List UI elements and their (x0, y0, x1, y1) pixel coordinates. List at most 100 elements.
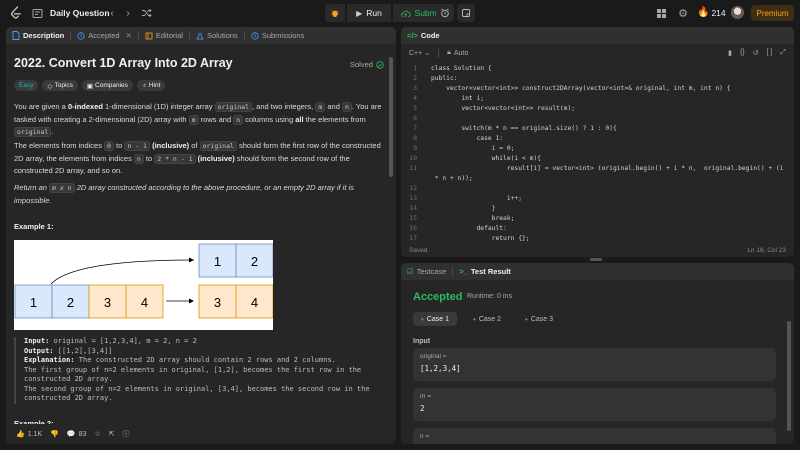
dislike-button[interactable]: 👎 (50, 430, 59, 438)
alarm-icon (441, 8, 449, 18)
layout-icon[interactable] (655, 7, 667, 19)
chevron-right-icon[interactable]: › (122, 7, 134, 19)
premium-button[interactable]: Premium (751, 5, 794, 21)
test-result-panel: ☑ Testcase >_ Test Result Accepted Runti… (401, 263, 794, 444)
tab-code[interactable]: </> Code (401, 27, 446, 44)
toolbar-divider (438, 48, 440, 58)
code-line: 9 i = 0; (413, 145, 515, 152)
description-paragraph-2: The elements from indices 0 to n - 1 (in… (14, 141, 381, 175)
alarm-clock-button[interactable] (436, 4, 454, 22)
tab-testcase[interactable]: ☑ Testcase (401, 263, 452, 280)
fullscreen-icon[interactable]: ⤢ (780, 49, 786, 57)
example-1-io: Input: original = [1,2,3,4], m = 2, n = … (14, 337, 380, 404)
run-submit-group: ▶ Run Submit (325, 4, 449, 22)
pass-dot-icon: • (473, 314, 476, 324)
code-header: </> Code (401, 27, 794, 44)
code-line: 6 (413, 115, 417, 122)
tab-editorial[interactable]: Editorial (139, 27, 189, 44)
grid-cell-2: 2 (251, 254, 258, 269)
input-m[interactable]: m = 2 (413, 388, 776, 421)
chevron-left-icon[interactable]: ‹ (106, 7, 118, 19)
code-line: * n + n)); (431, 175, 473, 182)
problem-list-icon[interactable] (31, 7, 43, 19)
result-tabs: ☑ Testcase >_ Test Result (401, 263, 794, 280)
topics-chip[interactable]: ◇ Topics (42, 80, 78, 91)
tab-test-result[interactable]: >_ Test Result (453, 263, 516, 280)
pass-dot-icon: • (421, 314, 424, 324)
lightbulb-icon: ♁ (141, 82, 147, 89)
code-panel: </> Code C++ ⌄ 🔒︎ Auto ▮ {} ↺ [ ] ⤢ 1 cla… (401, 27, 794, 257)
lock-icon: ▣ (86, 82, 94, 90)
code-line: 8 case 1: (413, 135, 504, 142)
companies-chip[interactable]: ▣ Companies (81, 80, 133, 91)
code-line: 16 default: (409, 225, 507, 232)
example-1-title: Example 1: (14, 222, 54, 231)
code-line: 4 int i; (413, 95, 485, 102)
top-bar: Daily Question ‹ › ▶ Run Submit ⚙ 🔥 214 … (0, 0, 800, 26)
input-n[interactable]: n = (413, 428, 776, 444)
solved-status: Solved (350, 60, 384, 69)
input-row-cells: 1 2 3 4 (14, 284, 164, 319)
code-line: 7 switch(m * n == original.size() ? 1 : … (413, 125, 617, 132)
problem-title[interactable]: 2022. Convert 1D Array Into 2D Array (14, 56, 233, 70)
auto-mode-toggle[interactable]: 🔒︎ Auto (447, 49, 468, 57)
cloud-upload-icon (401, 10, 411, 17)
like-button[interactable]: 👍 1.1K (16, 430, 42, 439)
terminal-icon: >_ (459, 267, 468, 276)
row-cell-2: 2 (67, 295, 74, 310)
run-button[interactable]: ▶ Run (347, 4, 391, 22)
question-icon: ⓘ (122, 431, 130, 438)
code-line: 15 break; (409, 215, 515, 222)
brackets-icon[interactable]: [ ] (767, 49, 773, 57)
case-tab-1[interactable]: • Case 1 (413, 312, 457, 326)
panel-resize-handle[interactable] (590, 258, 602, 261)
code-line: 10 while(i < m){ (409, 155, 541, 162)
chevron-down-icon: ⌄ (424, 50, 431, 57)
editor-status-bar: Saved Ln 18, Col 23 (401, 243, 794, 257)
daily-question-title[interactable]: Daily Question (50, 8, 110, 18)
description-panel: Description Accepted ✕ Editorial Solutio… (6, 27, 396, 444)
clock-icon (251, 31, 259, 40)
close-tab-icon[interactable]: ✕ (126, 31, 132, 40)
debug-button[interactable] (325, 4, 345, 22)
code-line: 14 } (409, 205, 496, 212)
help-button[interactable]: ⓘ (123, 429, 130, 439)
flask-icon (196, 32, 204, 39)
description-scrollbar[interactable] (389, 57, 393, 177)
note-icon (462, 9, 470, 17)
code-line: 3 vector<vector<int>> construct2DArray(v… (413, 85, 731, 92)
bug-icon (331, 10, 339, 17)
bookmark-icon[interactable]: ▮ (728, 49, 732, 57)
case-tab-2[interactable]: • Case 2 (465, 312, 509, 326)
save-status: Saved (409, 246, 428, 254)
result-scrollbar[interactable] (787, 321, 791, 431)
favorite-button[interactable]: ☆ (94, 430, 100, 438)
note-button[interactable] (457, 4, 475, 22)
tab-solutions[interactable]: Solutions (190, 27, 244, 44)
tab-accepted[interactable]: Accepted ✕ (71, 27, 138, 44)
leetcode-logo-icon[interactable] (9, 6, 23, 20)
description-paragraph-3: Return an m x n 2D array constructed acc… (14, 183, 354, 205)
streak-counter[interactable]: 🔥 214 (697, 7, 726, 18)
shuffle-icon[interactable] (140, 7, 152, 19)
input-original[interactable]: original = [1,2,3,4] (413, 348, 776, 381)
tag-icon: ◇ (47, 82, 53, 90)
reset-icon[interactable]: ↺ (753, 49, 759, 57)
case-tab-3[interactable]: • Case 3 (517, 312, 561, 326)
tab-description[interactable]: Description (6, 27, 70, 44)
code-line: 12 (409, 185, 417, 192)
braces-icon[interactable]: {} (740, 49, 745, 57)
description-tabs: Description Accepted ✕ Editorial Solutio… (6, 27, 396, 44)
comments-button[interactable]: 💬 83 (67, 430, 87, 439)
tab-submissions[interactable]: Submissions (245, 27, 311, 44)
share-button[interactable]: ⇱ (109, 430, 115, 438)
language-select[interactable]: C++ ⌄ (409, 49, 431, 58)
settings-gear-icon[interactable]: ⚙ (677, 7, 689, 20)
grid-cell-4: 4 (251, 295, 258, 310)
code-line: 2 public: (413, 75, 458, 82)
hint-chip[interactable]: ♁ Hint (136, 80, 166, 91)
case-tabs: • Case 1 • Case 2 • Case 3 (413, 312, 561, 326)
grid-cell-3: 3 (214, 295, 221, 310)
user-avatar[interactable] (731, 6, 744, 19)
thumbs-up-icon: 👍 (16, 431, 25, 438)
